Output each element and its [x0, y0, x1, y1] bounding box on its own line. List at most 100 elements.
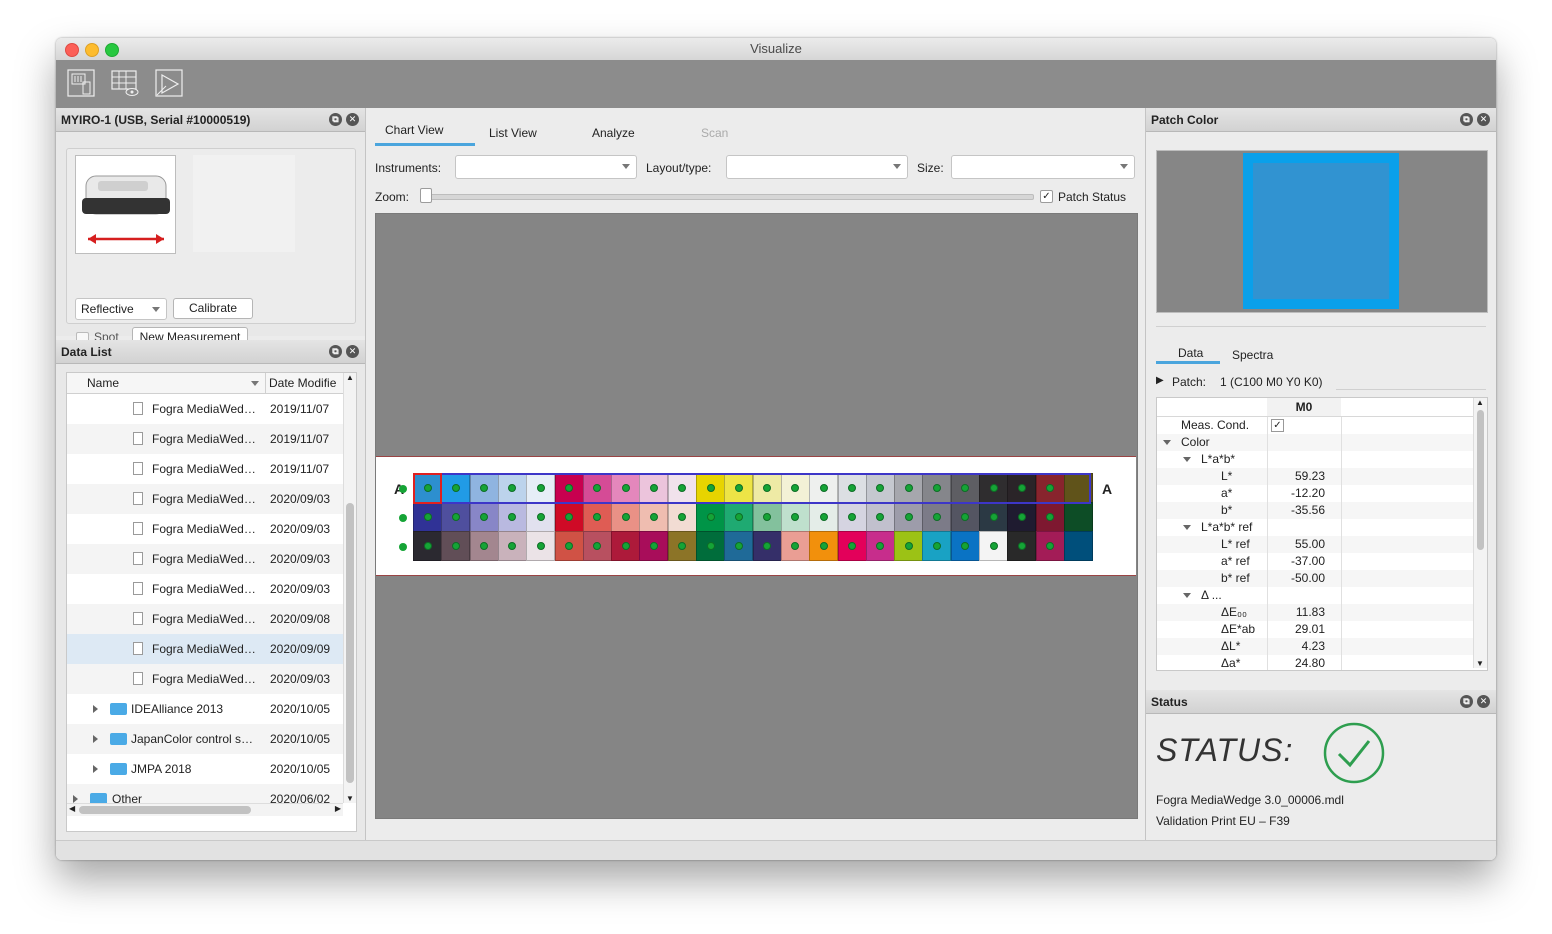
property-row[interactable]: Δ ... — [1157, 587, 1473, 604]
list-item[interactable]: JMPA 2018 2020/10/05 — [67, 754, 343, 784]
close-icon[interactable]: ✕ — [1477, 113, 1490, 126]
property-row[interactable]: L*a*b* — [1157, 451, 1473, 468]
tab-analyze[interactable]: Analyze — [592, 126, 635, 140]
property-row[interactable]: L*a*b* ref — [1157, 519, 1473, 536]
tab-scan[interactable]: Scan — [701, 126, 728, 140]
detach-icon[interactable]: ⧉ — [329, 345, 342, 358]
color-patch[interactable] — [979, 531, 1008, 561]
chevron-down-icon[interactable] — [1183, 593, 1191, 598]
list-item[interactable]: IDEAlliance 2013 2020/10/05 — [67, 694, 343, 724]
color-patch[interactable] — [582, 531, 612, 561]
color-patch[interactable] — [526, 531, 556, 561]
list-item[interactable]: Fogra MediaWed… 2020/09/03 — [67, 514, 343, 544]
color-patch[interactable] — [837, 473, 867, 503]
color-patch[interactable] — [1035, 473, 1065, 503]
color-patch[interactable] — [922, 531, 952, 561]
patch-data-scrollbar[interactable]: ▲ ▼ — [1473, 398, 1487, 668]
color-patch[interactable] — [979, 502, 1008, 532]
color-patch[interactable] — [724, 531, 754, 561]
color-patch[interactable] — [1007, 531, 1037, 561]
data-list-tree[interactable]: Name Date Modifie Fogra MediaWed… 2019/11… — [66, 372, 357, 832]
color-patch[interactable] — [780, 531, 810, 561]
color-patch[interactable] — [582, 473, 612, 503]
tab-spectra[interactable]: Spectra — [1232, 348, 1273, 362]
meas-cond-checkbox[interactable]: ✓ — [1271, 419, 1284, 432]
measurement-mode-select[interactable]: Reflective — [75, 298, 167, 320]
patch-status-checkbox[interactable]: ✓ — [1040, 190, 1053, 203]
color-patch[interactable] — [724, 473, 754, 503]
list-item[interactable]: Fogra MediaWed… 2019/11/07 — [67, 394, 343, 424]
color-patch[interactable] — [865, 502, 895, 532]
color-patch[interactable] — [979, 473, 1008, 503]
color-patch[interactable] — [639, 473, 669, 503]
color-patch[interactable] — [950, 473, 980, 503]
chevron-right-icon[interactable] — [93, 765, 98, 773]
property-row[interactable]: ΔL* 4.23 — [1157, 638, 1473, 655]
scroll-up-icon[interactable]: ▲ — [1476, 398, 1484, 407]
list-item[interactable]: Fogra MediaWed… 2020/09/03 — [67, 574, 343, 604]
color-patch[interactable] — [950, 502, 980, 532]
color-patch[interactable] — [1063, 502, 1093, 532]
color-patch[interactable] — [894, 473, 924, 503]
property-row[interactable]: a* ref -37.00 — [1157, 553, 1473, 570]
chevron-down-icon[interactable] — [1163, 440, 1171, 445]
color-patch[interactable] — [809, 531, 839, 561]
color-patch[interactable] — [837, 502, 867, 532]
instruments-select[interactable] — [455, 155, 637, 179]
color-patch[interactable] — [1007, 473, 1037, 503]
list-item[interactable]: Fogra MediaWed… 2019/11/07 — [67, 454, 343, 484]
chevron-right-icon[interactable] — [73, 795, 78, 803]
close-window-button[interactable] — [65, 43, 79, 57]
list-item[interactable]: Fogra MediaWed… 2020/09/09 — [67, 634, 343, 664]
color-patch[interactable] — [696, 531, 725, 561]
chevron-down-icon[interactable] — [1183, 525, 1191, 530]
color-patch[interactable] — [441, 531, 471, 561]
zoom-slider[interactable] — [424, 194, 1034, 200]
color-patch[interactable] — [667, 502, 697, 532]
view-icon[interactable] — [110, 68, 140, 98]
property-row[interactable]: Color — [1157, 434, 1473, 451]
list-item[interactable]: Fogra MediaWed… 2019/11/07 — [67, 424, 343, 454]
chart-canvas[interactable]: A A — [375, 213, 1138, 819]
property-row[interactable]: ΔE₀₀ 11.83 — [1157, 604, 1473, 621]
scroll-down-icon[interactable]: ▼ — [1476, 659, 1484, 668]
tab-data[interactable]: Data — [1178, 346, 1203, 360]
color-patch[interactable] — [922, 473, 952, 503]
color-patch[interactable] — [582, 502, 612, 532]
color-patch[interactable] — [497, 473, 527, 503]
scroll-up-icon[interactable]: ▲ — [346, 373, 354, 382]
property-row[interactable]: Δa* 24.80 — [1157, 655, 1473, 670]
minimize-window-button[interactable] — [85, 43, 99, 57]
close-icon[interactable]: ✕ — [346, 345, 359, 358]
color-patch[interactable] — [950, 531, 980, 561]
color-patch[interactable] — [554, 502, 584, 532]
data-list-hscrollbar[interactable]: ◀ ▶ — [67, 803, 343, 816]
color-patch[interactable] — [667, 473, 697, 503]
color-patch[interactable] — [1035, 502, 1065, 532]
color-patch[interactable] — [639, 502, 669, 532]
color-patch[interactable] — [780, 473, 810, 503]
color-patch[interactable] — [922, 502, 952, 532]
property-row[interactable]: L* 59.23 — [1157, 468, 1473, 485]
property-row[interactable]: b* ref -50.00 — [1157, 570, 1473, 587]
color-patch[interactable] — [497, 531, 527, 561]
patch-data-table[interactable]: M0 Meas. Cond. ✓ Color L*a*b* L* 59.23 a* -12.2… — [1156, 397, 1488, 671]
list-item[interactable]: Fogra MediaWed… 2020/09/03 — [67, 664, 343, 694]
column-header-date[interactable]: Date Modifie — [269, 373, 336, 393]
color-patch[interactable] — [469, 502, 499, 532]
zoom-window-button[interactable] — [105, 43, 119, 57]
color-patch[interactable] — [413, 502, 442, 532]
tab-list-view[interactable]: List View — [489, 126, 537, 140]
chevron-right-icon[interactable] — [93, 705, 98, 713]
color-patch[interactable] — [611, 473, 641, 503]
property-row[interactable]: ΔE*ab 29.01 — [1157, 621, 1473, 638]
layout-type-select[interactable] — [726, 155, 908, 179]
tab-chart-view[interactable]: Chart View — [385, 123, 443, 137]
color-patch[interactable] — [469, 473, 499, 503]
property-row[interactable]: a* -12.20 — [1157, 485, 1473, 502]
data-list-vscrollbar[interactable]: ▲ ▼ — [343, 373, 356, 803]
report-icon[interactable] — [154, 68, 184, 98]
color-patch[interactable] — [752, 473, 782, 503]
property-row[interactable]: b* -35.56 — [1157, 502, 1473, 519]
color-patch[interactable] — [497, 502, 527, 532]
